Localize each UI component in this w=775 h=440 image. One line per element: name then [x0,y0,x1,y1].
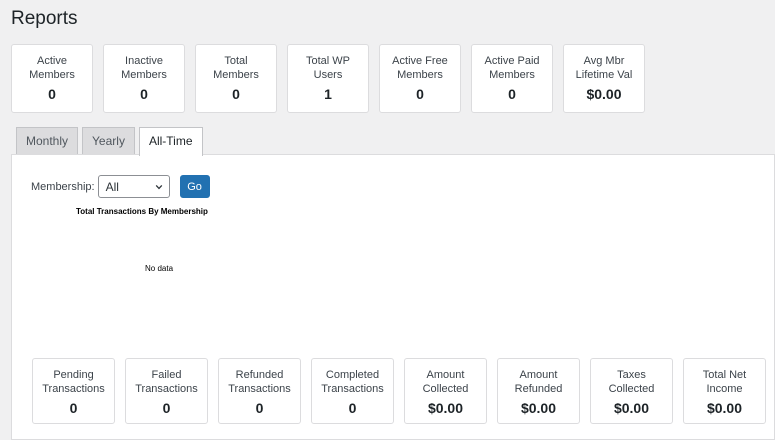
stat-value: 0 [508,86,516,102]
stat-label: Total Net Income [702,369,747,395]
stat-card-total-net-income: Total Net Income $0.00 [683,358,766,424]
stat-label: Total WP Users [305,55,350,81]
stat-card-amount-collected: Amount Collected $0.00 [404,358,487,424]
stat-value: $0.00 [706,400,743,416]
stat-value: $0.00 [520,400,557,416]
stat-value: 0 [48,86,56,102]
membership-filter-label: Membership: [31,180,95,193]
stat-value: 0 [232,86,240,102]
stat-value: 0 [162,400,171,416]
stat-label: Total Members [213,55,259,81]
tab-monthly[interactable]: Monthly [16,127,79,155]
stat-card-inactive-members: Inactive Members 0 [103,44,185,113]
stat-card-active-free-members: Active Free Members 0 [379,44,461,113]
stat-value: 0 [348,400,357,416]
stat-label: Amount Refunded [514,369,563,395]
stat-card-pending-transactions: Pending Transactions 0 [32,358,115,424]
stat-label: Pending Transactions [42,369,105,395]
membership-select-value: All [105,179,119,194]
stat-card-taxes-collected: Taxes Collected $0.00 [590,358,673,424]
stat-label: Amount Collected [422,369,469,395]
stat-label: Inactive Members [121,55,167,81]
stat-label: Refunded Transactions [228,369,291,395]
stat-label: Taxes Collected [608,369,655,395]
chart-title: Total Transactions By Membership [76,207,208,216]
stat-card-amount-refunded: Amount Refunded $0.00 [497,358,580,424]
membership-filter: Membership: All Go [31,175,210,198]
stat-card-total-wp-users: Total WP Users 1 [287,44,369,113]
chart-empty-message: No data [145,264,174,273]
page-title: Reports [11,8,78,29]
stat-value: 0 [69,400,78,416]
stat-value: $0.00 [427,400,464,416]
stat-card-avg-lifetime-value: Avg Mbr Lifetime Val $0.00 [563,44,645,113]
stat-value: 0 [140,86,148,102]
stat-label: Active Paid Members [484,55,540,81]
stat-card-completed-transactions: Completed Transactions 0 [311,358,394,424]
stat-label: Active Free Members [392,55,448,81]
report-panel: Membership: All Go Total Transactions By… [11,154,775,440]
stat-value: 0 [255,400,264,416]
report-tabs: Monthly Yearly All-Time [16,127,203,156]
membership-select[interactable]: All [97,175,170,198]
stat-value: 0 [416,86,424,102]
summary-cards: Active Members 0 Inactive Members 0 Tota… [11,44,645,113]
go-button[interactable]: Go [179,175,210,198]
stat-value: 1 [324,86,332,102]
stat-value: $0.00 [613,400,650,416]
stat-label: Completed Transactions [321,369,384,395]
stat-card-failed-transactions: Failed Transactions 0 [125,358,208,424]
stat-card-total-members: Total Members 0 [195,44,277,113]
transaction-cards: Pending Transactions 0 Failed Transactio… [32,358,766,424]
chevron-down-icon [155,184,162,189]
tab-yearly[interactable]: Yearly [82,127,135,155]
tab-all-time[interactable]: All-Time [138,127,203,156]
stat-label: Failed Transactions [135,369,198,395]
stat-label: Active Members [29,55,75,81]
stat-card-active-paid-members: Active Paid Members 0 [471,44,553,113]
stat-value: $0.00 [586,86,622,102]
stat-card-active-members: Active Members 0 [11,44,93,113]
stat-label: Avg Mbr Lifetime Val [575,55,633,81]
stat-card-refunded-transactions: Refunded Transactions 0 [218,358,301,424]
